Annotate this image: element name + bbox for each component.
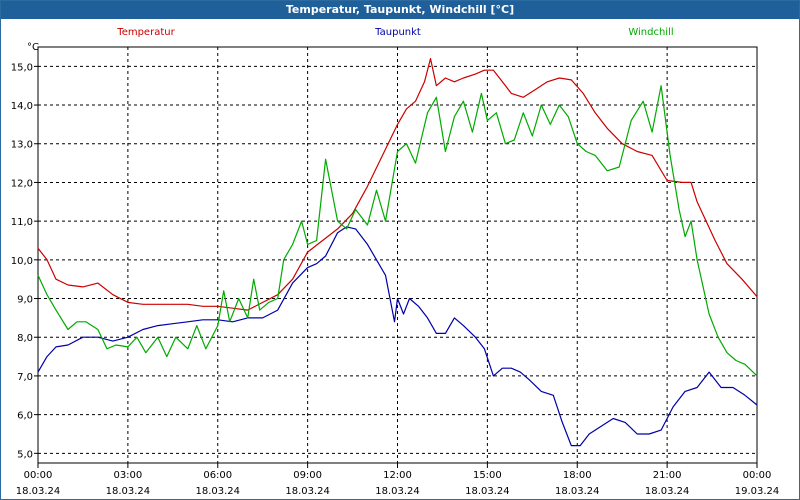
legend-label-windchill: Windchill xyxy=(628,27,673,38)
legend-label-taupunkt: Taupunkt xyxy=(374,27,421,38)
x-tick-date: 18.03.24 xyxy=(106,486,151,497)
x-tick-time: 09:00 xyxy=(293,470,322,481)
y-tick-label: 13,0 xyxy=(11,140,33,151)
x-tick-time: 00:00 xyxy=(743,470,772,481)
x-tick-date: 18.03.24 xyxy=(465,486,510,497)
x-tick-date: 18.03.24 xyxy=(195,486,240,497)
y-tick-label: 9,0 xyxy=(17,295,33,306)
y-tick-label: 7,0 xyxy=(17,372,33,383)
y-tick-label: 10,0 xyxy=(11,256,33,267)
y-tick-label: 11,0 xyxy=(11,217,33,228)
y-axis: 5,0 6,0 7,0 8,0 9,0 10,0 11,0 12,0 13,0 14,0 15,0 xyxy=(11,62,38,460)
x-tick-time: 15:00 xyxy=(473,470,502,481)
line-chart: °C 5,0 6,0 7,0 8,0 9,0 10,0 11,0 12,0 13,0 14,0 15… xyxy=(11,27,780,497)
y-tick-label: 14,0 xyxy=(11,101,33,112)
y-unit-label: °C xyxy=(27,42,39,53)
chart-window: Temperatur, Taupunkt, Windchill [°C] °C … xyxy=(0,0,800,500)
x-tick-date: 18.03.24 xyxy=(375,486,420,497)
y-tick-label: 6,0 xyxy=(17,411,33,422)
legend: Temperatur Taupunkt Windchill xyxy=(116,27,673,38)
x-tick-date: 18.03.24 xyxy=(555,486,600,497)
x-axis: 00:00 18.03.24 03:00 18.03.24 06:00 18.03.24 0… xyxy=(16,463,780,497)
y-tick-label: 15,0 xyxy=(11,62,33,73)
y-tick-label: 12,0 xyxy=(11,178,33,189)
x-tick-date: 18.03.24 xyxy=(645,486,690,497)
x-tick-time: 03:00 xyxy=(113,470,142,481)
x-tick-time: 12:00 xyxy=(383,470,412,481)
x-tick-date: 18.03.24 xyxy=(16,486,61,497)
x-tick-date: 18.03.24 xyxy=(285,486,330,497)
y-tick-label: 5,0 xyxy=(17,449,33,460)
y-tick-label: 8,0 xyxy=(17,333,33,344)
x-tick-time: 18:00 xyxy=(563,470,592,481)
x-tick-time: 06:00 xyxy=(203,470,232,481)
x-tick-time: 21:00 xyxy=(653,470,682,481)
legend-label-temperatur: Temperatur xyxy=(116,27,175,38)
x-tick-time: 00:00 xyxy=(24,470,53,481)
x-tick-date: 19.03.24 xyxy=(735,486,780,497)
